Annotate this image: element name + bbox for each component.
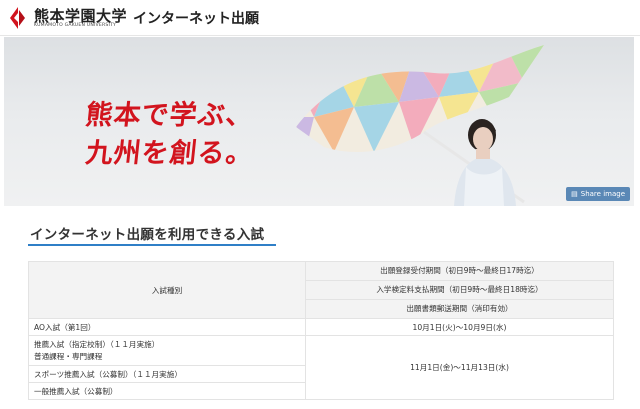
site-header: 熊本学園大学 KUMAMOTO GAKUEN UNIVERSITY インターネッ… <box>0 0 640 36</box>
logo-english-name: KUMAMOTO GAKUEN UNIVERSITY <box>34 23 117 28</box>
registration-period-header: 出願登録受付期間（初日9時～最終日17時迄） <box>305 261 614 281</box>
hero-banner: 熊本で学ぶ、 九州を創る。 ▤ Share image <box>4 37 634 206</box>
exam-period-shared: 11月1日(金)～11月13日(水) <box>305 335 614 400</box>
exam-name-line1: 推薦入試（指定校制）（１１月実施） <box>34 339 160 349</box>
exam-period: 10月1日(火)～10月9日(水) <box>305 318 614 336</box>
exam-name: AO入試（第1回） <box>28 318 306 336</box>
exam-name: 推薦入試（指定校制）（１１月実施） 普通課程・専門課程 <box>28 335 306 366</box>
hero-slogan-line2: 九州を創る。 <box>84 138 256 169</box>
university-logo-icon[interactable] <box>8 6 28 30</box>
mailing-period-header: 出願書類郵送期間（消印有効） <box>305 299 614 319</box>
exam-name: スポーツ推薦入試（公募制）（１１月実施） <box>28 365 306 383</box>
section-title-underline <box>28 244 276 246</box>
table-row: 推薦入試（指定校制）（１１月実施） 普通課程・専門課程 11月1日(金)～11月… <box>28 335 614 400</box>
exam-name: 一般推薦入試（公募制） <box>28 382 306 400</box>
exam-name-line2: 普通課程・専門課程 <box>34 351 103 361</box>
share-image-label: Share image <box>580 190 625 198</box>
hero-slogan-line1: 熊本で学ぶ、 <box>84 100 256 131</box>
exam-type-header: 入試種別 <box>28 261 306 319</box>
payment-period-header: 入学検定料支払期間（初日9時～最終日18時迄） <box>305 280 614 300</box>
page-title: インターネット出願 <box>133 11 259 27</box>
section-title: インターネット出願を利用できる入試 <box>30 227 265 243</box>
exam-schedule-table: 入試種別 出願登録受付期間（初日9時～最終日17時迄） 入学検定料支払期間（初日… <box>28 261 614 400</box>
share-icon: ▤ <box>571 190 578 198</box>
table-row: AO入試（第1回） 10月1日(火)～10月9日(水) <box>28 318 614 336</box>
share-image-button[interactable]: ▤ Share image <box>566 187 630 201</box>
